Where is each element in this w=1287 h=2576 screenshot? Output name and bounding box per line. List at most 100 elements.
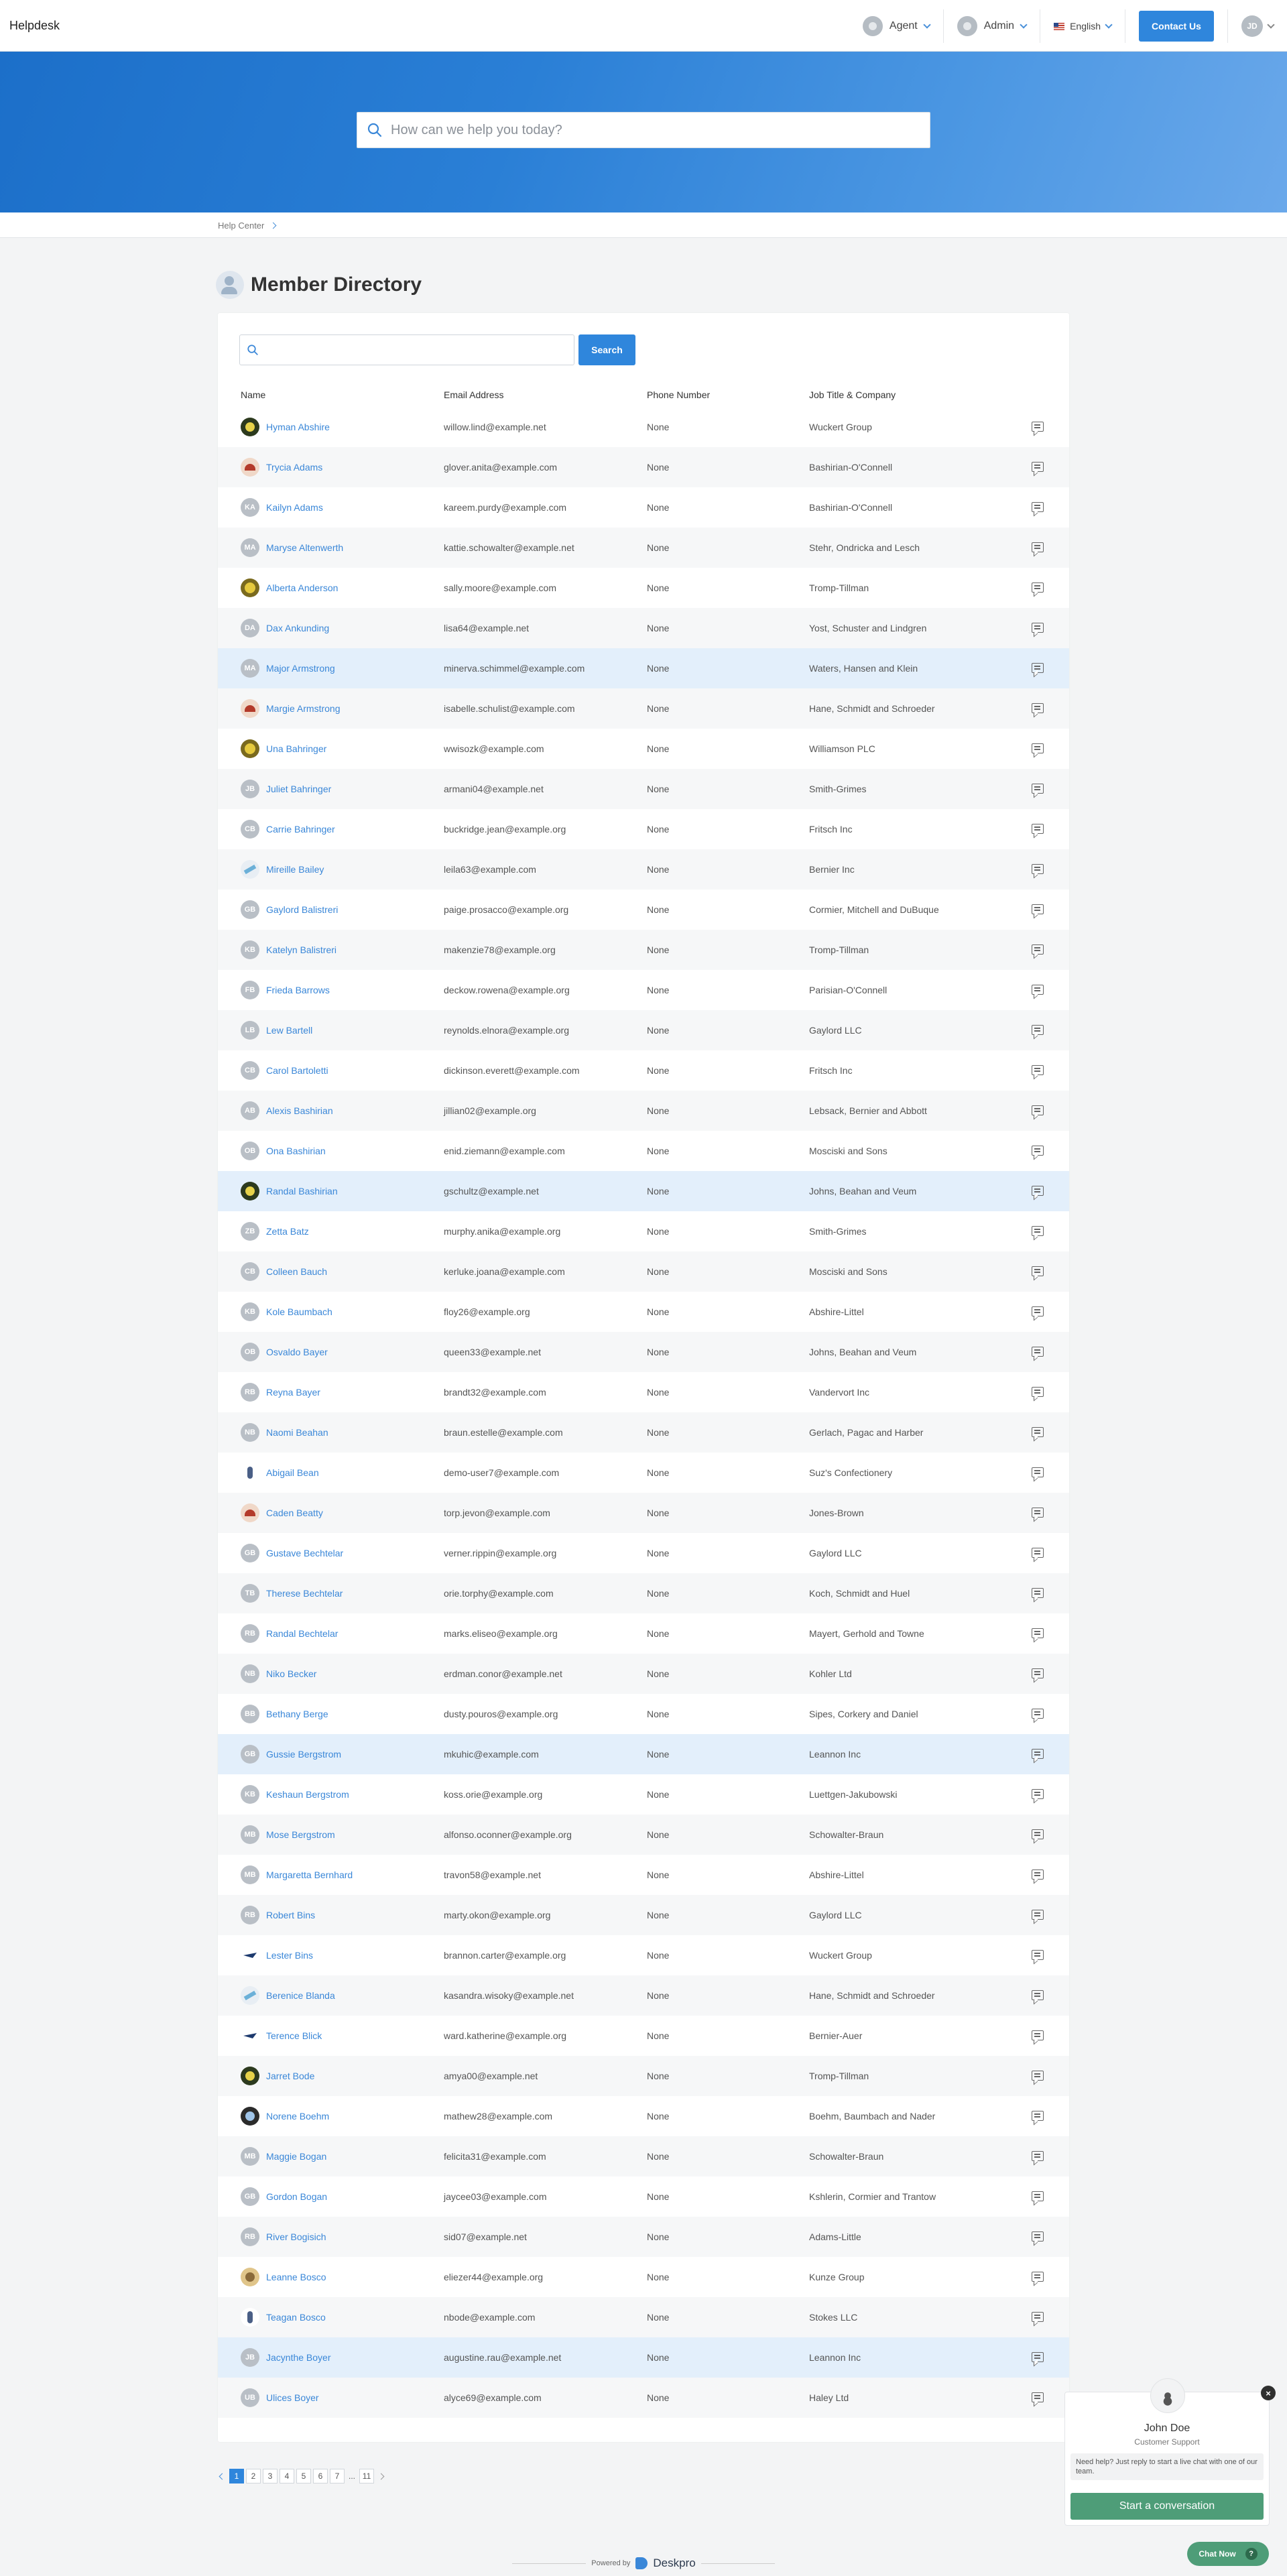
member-name-link[interactable]: Juliet Bahringer [266,784,331,794]
member-name-link[interactable]: Teagan Bosco [266,2312,326,2323]
message-icon[interactable] [1032,944,1044,955]
language-selector[interactable]: English [1040,9,1125,43]
member-name-link[interactable]: Margaretta Bernhard [266,1869,353,1880]
member-name-link[interactable]: Kailyn Adams [266,502,323,513]
message-icon[interactable] [1032,904,1044,914]
member-name-link[interactable]: Colleen Bauch [266,1266,327,1277]
message-icon[interactable] [1032,2071,1044,2081]
member-name-link[interactable]: Ulices Boyer [266,2392,319,2403]
member-name-link[interactable]: Mireille Bailey [266,864,324,875]
member-name-link[interactable]: Jacynthe Boyer [266,2352,331,2363]
member-name-link[interactable]: Therese Bechtelar [266,1588,343,1599]
message-icon[interactable] [1032,1427,1044,1437]
message-icon[interactable] [1032,1628,1044,1638]
message-icon[interactable] [1032,1829,1044,1839]
member-name-link[interactable]: Carrie Bahringer [266,824,335,835]
message-icon[interactable] [1032,1025,1044,1035]
brand-name[interactable]: Helpdesk [9,19,60,33]
page-7-button[interactable]: 7 [330,2469,345,2483]
admin-menu[interactable]: Admin [944,9,1041,43]
page-2-button[interactable]: 2 [246,2469,261,2483]
member-name-link[interactable]: Dax Ankunding [266,623,329,633]
member-name-link[interactable]: Gordon Bogan [266,2191,327,2202]
page-5-button[interactable]: 5 [296,2469,311,2483]
member-name-link[interactable]: Keshaun Bergstrom [266,1789,349,1800]
message-icon[interactable] [1032,1508,1044,1518]
message-icon[interactable] [1032,1387,1044,1397]
page-3-button[interactable]: 3 [263,2469,278,2483]
message-icon[interactable] [1032,2030,1044,2040]
member-name-link[interactable]: Trycia Adams [266,462,322,473]
member-name-link[interactable]: Lester Bins [266,1950,313,1961]
message-icon[interactable] [1032,582,1044,593]
message-icon[interactable] [1032,2191,1044,2201]
page-last-button[interactable]: 11 [359,2469,375,2483]
message-icon[interactable] [1032,703,1044,713]
message-icon[interactable] [1032,502,1044,512]
chat-close-button[interactable]: × [1261,2386,1276,2400]
message-icon[interactable] [1032,422,1044,432]
member-name-link[interactable]: Caden Beatty [266,1508,323,1518]
member-name-link[interactable]: Abigail Bean [266,1467,319,1478]
member-name-link[interactable]: Kole Baumbach [266,1306,332,1317]
member-name-link[interactable]: Carol Bartoletti [266,1065,328,1076]
member-name-link[interactable]: Zetta Batz [266,1226,309,1237]
message-icon[interactable] [1032,864,1044,874]
prev-page-icon[interactable] [219,2473,226,2479]
message-icon[interactable] [1032,1668,1044,1678]
message-icon[interactable] [1032,462,1044,472]
page-4-button[interactable]: 4 [280,2469,294,2483]
member-name-link[interactable]: Una Bahringer [266,743,326,754]
message-icon[interactable] [1032,1146,1044,1156]
start-conversation-button[interactable]: Start a conversation [1070,2493,1264,2520]
next-page-icon[interactable] [377,2473,385,2479]
member-name-link[interactable]: Katelyn Balistreri [266,944,336,955]
message-icon[interactable] [1032,1950,1044,1960]
member-name-link[interactable]: Alexis Bashirian [266,1105,333,1116]
member-name-link[interactable]: Berenice Blanda [266,1990,335,2001]
member-name-link[interactable]: Gustave Bechtelar [266,1548,343,1558]
message-icon[interactable] [1032,1990,1044,2000]
member-name-link[interactable]: Frieda Barrows [266,985,330,995]
user-menu[interactable]: JD [1227,9,1287,43]
page-6-button[interactable]: 6 [313,2469,328,2483]
member-name-link[interactable]: Ona Bashirian [266,1146,326,1156]
member-name-link[interactable]: Maggie Bogan [266,2151,326,2162]
member-name-link[interactable]: Hyman Abshire [266,422,330,432]
member-name-link[interactable]: Randal Bechtelar [266,1628,338,1639]
chat-now-button[interactable]: Chat Now ? [1187,2542,1269,2566]
message-icon[interactable] [1032,2151,1044,2161]
contact-us-button[interactable]: Contact Us [1139,11,1214,42]
member-name-link[interactable]: Reyna Bayer [266,1387,320,1398]
member-name-link[interactable]: Robert Bins [266,1910,315,1920]
member-name-link[interactable]: Leanne Bosco [266,2272,326,2282]
message-icon[interactable] [1032,784,1044,794]
breadcrumb-help-center[interactable]: Help Center [218,221,264,231]
message-icon[interactable] [1032,1588,1044,1598]
message-icon[interactable] [1032,1869,1044,1880]
member-name-link[interactable]: Norene Boehm [266,2111,329,2122]
message-icon[interactable] [1032,2111,1044,2121]
member-name-link[interactable]: Alberta Anderson [266,582,338,593]
message-icon[interactable] [1032,1306,1044,1316]
message-icon[interactable] [1032,1347,1044,1357]
message-icon[interactable] [1032,743,1044,753]
member-name-link[interactable]: Naomi Beahan [266,1427,328,1438]
directory-search-input[interactable] [239,334,574,365]
directory-search-button[interactable]: Search [578,334,635,365]
member-name-link[interactable]: River Bogisich [266,2231,326,2242]
message-icon[interactable] [1032,2352,1044,2362]
member-name-link[interactable]: Niko Becker [266,1668,316,1679]
message-icon[interactable] [1032,1709,1044,1719]
message-icon[interactable] [1032,542,1044,552]
message-icon[interactable] [1032,2272,1044,2282]
page-1-button[interactable]: 1 [229,2469,244,2483]
member-name-link[interactable]: Bethany Berge [266,1709,328,1719]
message-icon[interactable] [1032,1226,1044,1236]
message-icon[interactable] [1032,985,1044,995]
message-icon[interactable] [1032,2231,1044,2242]
message-icon[interactable] [1032,2312,1044,2322]
agent-menu[interactable]: Agent [849,9,944,43]
message-icon[interactable] [1032,1186,1044,1196]
member-name-link[interactable]: Lew Bartell [266,1025,312,1036]
